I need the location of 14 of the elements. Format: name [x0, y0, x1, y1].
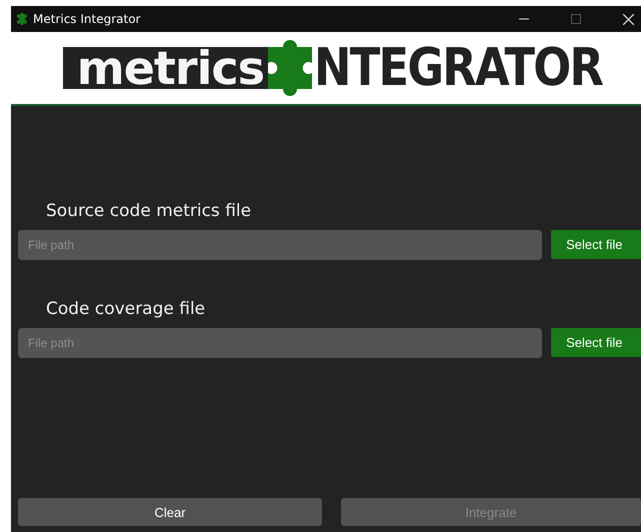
window-title: Metrics Integrator: [33, 12, 142, 26]
file-path-field[interactable]: File path: [18, 328, 542, 358]
select-file-button[interactable]: Select file: [551, 230, 641, 259]
logo-text: NTEGRATOR: [314, 45, 602, 91]
maximize-icon: [571, 14, 581, 24]
clear-button[interactable]: Clear: [18, 498, 322, 526]
close-icon: [622, 14, 634, 24]
minimize-icon: [519, 18, 529, 20]
field-label: Source code metrics file: [46, 201, 252, 221]
select-file-button[interactable]: Select file: [551, 328, 641, 357]
logo-text: metrics: [62, 47, 268, 89]
puzzle-app-icon: [17, 12, 27, 26]
field-label: Code coverage file: [46, 299, 206, 319]
file-path-field[interactable]: File path: [18, 230, 542, 260]
